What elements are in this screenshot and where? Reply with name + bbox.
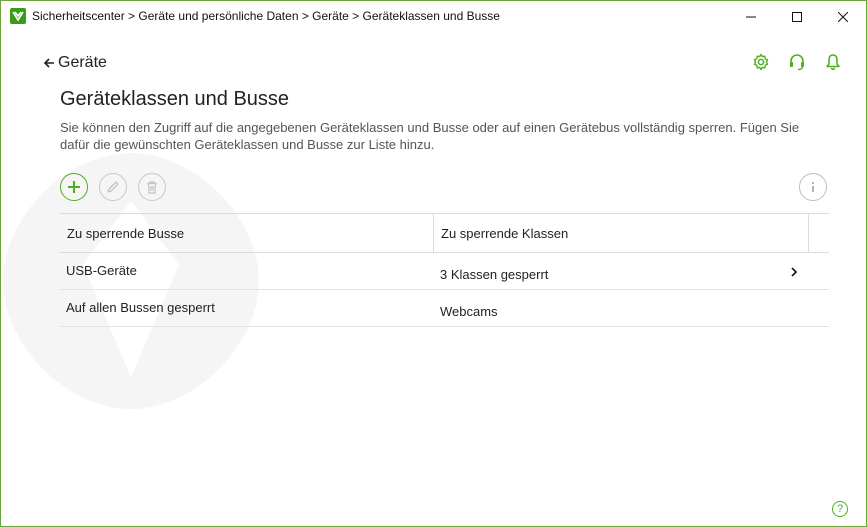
back-button[interactable]: Geräte — [43, 54, 107, 72]
table-row[interactable]: Auf allen Bussen gesperrt Webcams — [59, 290, 829, 327]
title-bar: Sicherheitscenter > Geräte und persönlic… — [1, 1, 866, 32]
headset-icon[interactable] — [788, 53, 806, 71]
help-button[interactable]: ? — [832, 501, 848, 517]
gear-icon[interactable] — [752, 53, 770, 71]
app-logo-icon — [10, 8, 26, 24]
add-button[interactable] — [60, 173, 88, 201]
minimize-button[interactable] — [728, 1, 774, 32]
close-icon — [838, 11, 848, 22]
plus-icon — [68, 181, 80, 193]
edit-button[interactable] — [99, 173, 127, 201]
page-description: Sie können den Zugriff auf die angegeben… — [60, 120, 800, 152]
info-icon — [812, 182, 814, 192]
help-icon: ? — [836, 503, 844, 515]
page-title: Geräteklassen und Busse — [60, 88, 290, 110]
column-header-busses[interactable]: Zu sperrende Busse — [59, 214, 434, 253]
bus-cell: Auf allen Bussen gesperrt — [66, 300, 215, 315]
maximize-button[interactable] — [774, 1, 820, 32]
minimize-icon — [746, 16, 756, 17]
arrow-left-icon — [43, 58, 54, 68]
chevron-right-icon[interactable] — [789, 267, 799, 277]
info-button[interactable] — [799, 173, 827, 201]
maximize-icon — [792, 11, 802, 22]
window-title: Sicherheitscenter > Geräte und persönlic… — [32, 9, 500, 23]
delete-button[interactable] — [138, 173, 166, 201]
column-header-classes[interactable]: Zu sperrende Klassen — [434, 214, 809, 253]
close-button[interactable] — [820, 1, 866, 32]
bell-icon[interactable] — [824, 53, 842, 71]
classes-cell: 3 Klassen gesperrt — [440, 267, 549, 282]
back-label: Geräte — [58, 54, 107, 71]
trash-icon — [147, 181, 157, 194]
bus-cell: USB-Geräte — [66, 263, 137, 278]
table-header: Zu sperrende Busse Zu sperrende Klassen — [59, 213, 829, 253]
app-window: Sicherheitscenter > Geräte und persönlic… — [0, 0, 867, 527]
pencil-icon — [107, 181, 119, 193]
bus-class-table: Zu sperrende Busse Zu sperrende Klassen … — [59, 213, 829, 327]
classes-cell: Webcams — [440, 304, 498, 319]
table-row[interactable]: USB-Geräte 3 Klassen gesperrt — [59, 253, 829, 290]
